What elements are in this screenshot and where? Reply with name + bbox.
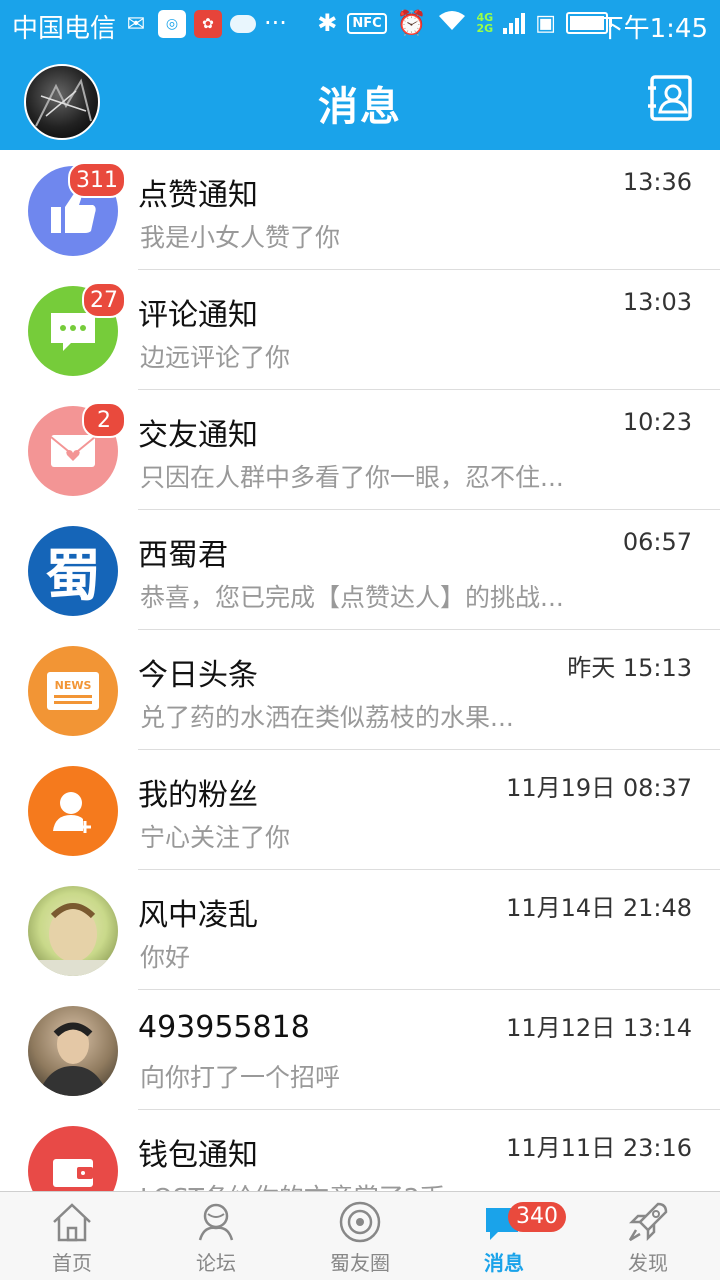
message-preview: 只因在人群中多看了你一眼，忍不住... [140,463,564,492]
tab-home[interactable]: 首页 [0,1192,144,1280]
list-item-avatar [28,886,118,976]
message-preview: LOST冬给你的文章赏了2币 [140,1178,610,1192]
cloud-icon [230,15,256,33]
list-item-avatar: 27 [28,282,126,376]
message-time: 13:36 [622,168,692,196]
sender-name: 西蜀君 [138,538,228,573]
more-dots-icon: ··· [264,9,287,37]
unread-total-badge: 340 [508,1202,566,1232]
message-time: 06:57 [622,528,692,556]
news-lines [54,700,92,704]
wechat-icon: ✉ [126,11,146,37]
alarm-icon: ⏰ [396,9,427,37]
message-time: 11月14日 21:48 [506,894,692,922]
sender-name: 点赞通知 [138,178,258,213]
message-preview: 你好 [140,943,191,972]
list-item-avatar [28,1126,118,1192]
network-2g-label: 2G [476,22,494,35]
list-item-avatar: 蜀 [28,526,118,616]
tab-label: 论坛 [196,1251,236,1275]
list-item[interactable]: 27 评论通知 边远评论了你 13:03 [0,270,720,390]
network-type: 4G 2G [477,12,494,34]
sim-icon: ▣ [535,10,556,36]
page-title: 消息 [318,84,402,130]
message-list[interactable]: 311 点赞通知 我是小女人赞了你 13:36 27 评论通知 边远评论了你 1… [0,150,720,1192]
contacts-button[interactable] [646,74,694,122]
list-item-avatar [28,766,118,856]
user-photo-icon [28,886,118,976]
tab-label: 发现 [628,1251,668,1275]
tab-discover[interactable]: 发现 [576,1192,720,1280]
news-logo-text: NEWS [54,678,92,692]
list-item-avatar: 2 [28,402,126,496]
list-item[interactable]: NEWS 今日头条 兑了药的水洒在类似荔枝的水果... 昨天 15:13 [0,630,720,750]
unread-badge: 311 [68,162,126,198]
forum-icon [198,1203,234,1241]
shu-logo-text: 蜀 [45,542,101,609]
app-header: 消息 [0,50,720,150]
list-item[interactable]: 311 点赞通知 我是小女人赞了你 13:36 [0,150,720,270]
carrier-label: 中国电信 [12,14,117,44]
message-time: 11月19日 08:37 [506,774,692,802]
message-time: 10:23 [622,408,692,436]
sender-name: 交友通知 [138,418,258,453]
tab-label: 蜀友圈 [330,1251,390,1275]
tab-label: 消息 [484,1251,524,1275]
message-preview: 兑了药的水洒在类似荔枝的水果... [140,703,514,732]
sender-name: 今日头条 [138,658,258,693]
sender-name: 我的粉丝 [138,778,258,813]
list-item[interactable]: 钱包通知 LOST冬给你的文章赏了2币 11月11日 23:16 [0,1110,720,1192]
message-preview: 恭喜，您已完成【点赞达人】的挑战... [140,583,564,612]
wifi-icon [437,10,467,36]
tab-forum[interactable]: 论坛 [144,1192,288,1280]
bottom-tab-bar: 首页 论坛 蜀友圈 340 消息 发现 [0,1191,720,1280]
app-notification-icon: ✿ [194,10,222,38]
status-bar: 中国电信 ✉ ◎ ✿ ··· ✱ NFC ⏰ 4G 2G ▣ 下午1:45 [0,0,720,50]
list-item-avatar: 311 [28,162,126,256]
message-preview: 边远评论了你 [140,343,291,372]
fan-user-icon [28,766,118,856]
tab-messages[interactable]: 340 消息 [432,1192,576,1280]
message-time: 13:03 [622,288,692,316]
list-item-avatar: NEWS [28,646,118,736]
shu-logo-icon: 蜀 [28,526,118,616]
tab-moments[interactable]: 蜀友圈 [288,1192,432,1280]
clock: 下午1:45 [597,14,708,44]
sender-name: 风中凌乱 [138,898,258,933]
sender-name: 钱包通知 [138,1138,258,1173]
rocket-icon [628,1202,668,1242]
message-time: 昨天 15:13 [567,654,692,682]
list-item[interactable]: 493955818 向你打了一个招呼 11月12日 13:14 [0,990,720,1110]
system-icons: ✱ NFC ⏰ 4G 2G ▣ [317,9,612,37]
message-preview: 向你打了一个招呼 [140,1063,341,1092]
list-item[interactable]: 2 交友通知 只因在人群中多看了你一眼，忍不住... 10:23 [0,390,720,510]
contacts-icon [648,75,692,121]
app-notification-icon: ◎ [158,10,186,38]
message-preview: 宁心关注了你 [140,823,291,852]
message-time: 11月11日 23:16 [506,1134,692,1162]
unread-badge: 2 [82,402,126,438]
sender-name: 评论通知 [138,298,258,333]
message-preview: 我是小女人赞了你 [140,223,341,252]
list-item-avatar [28,1006,118,1096]
list-item[interactable]: 风中凌乱 你好 11月14日 21:48 [0,870,720,990]
home-icon [53,1203,91,1242]
sender-name: 493955818 [138,1010,310,1045]
notification-icons: ✉ ◎ ✿ ··· [122,10,287,38]
list-item[interactable]: 蜀 西蜀君 恭喜，您已完成【点赞达人】的挑战... 06:57 [0,510,720,630]
wallet-icon [28,1126,118,1192]
bluetooth-icon: ✱ [317,9,338,37]
tab-label: 首页 [52,1251,92,1275]
news-lines [54,694,92,698]
unread-badge: 27 [82,282,126,318]
list-item[interactable]: 我的粉丝 宁心关注了你 11月19日 08:37 [0,750,720,870]
signal-icon [503,12,526,34]
user-photo-icon [28,1006,118,1096]
news-icon: NEWS [28,646,118,736]
nfc-icon: NFC [347,12,387,34]
moments-icon [339,1201,381,1243]
message-time: 11月12日 13:14 [506,1014,692,1042]
